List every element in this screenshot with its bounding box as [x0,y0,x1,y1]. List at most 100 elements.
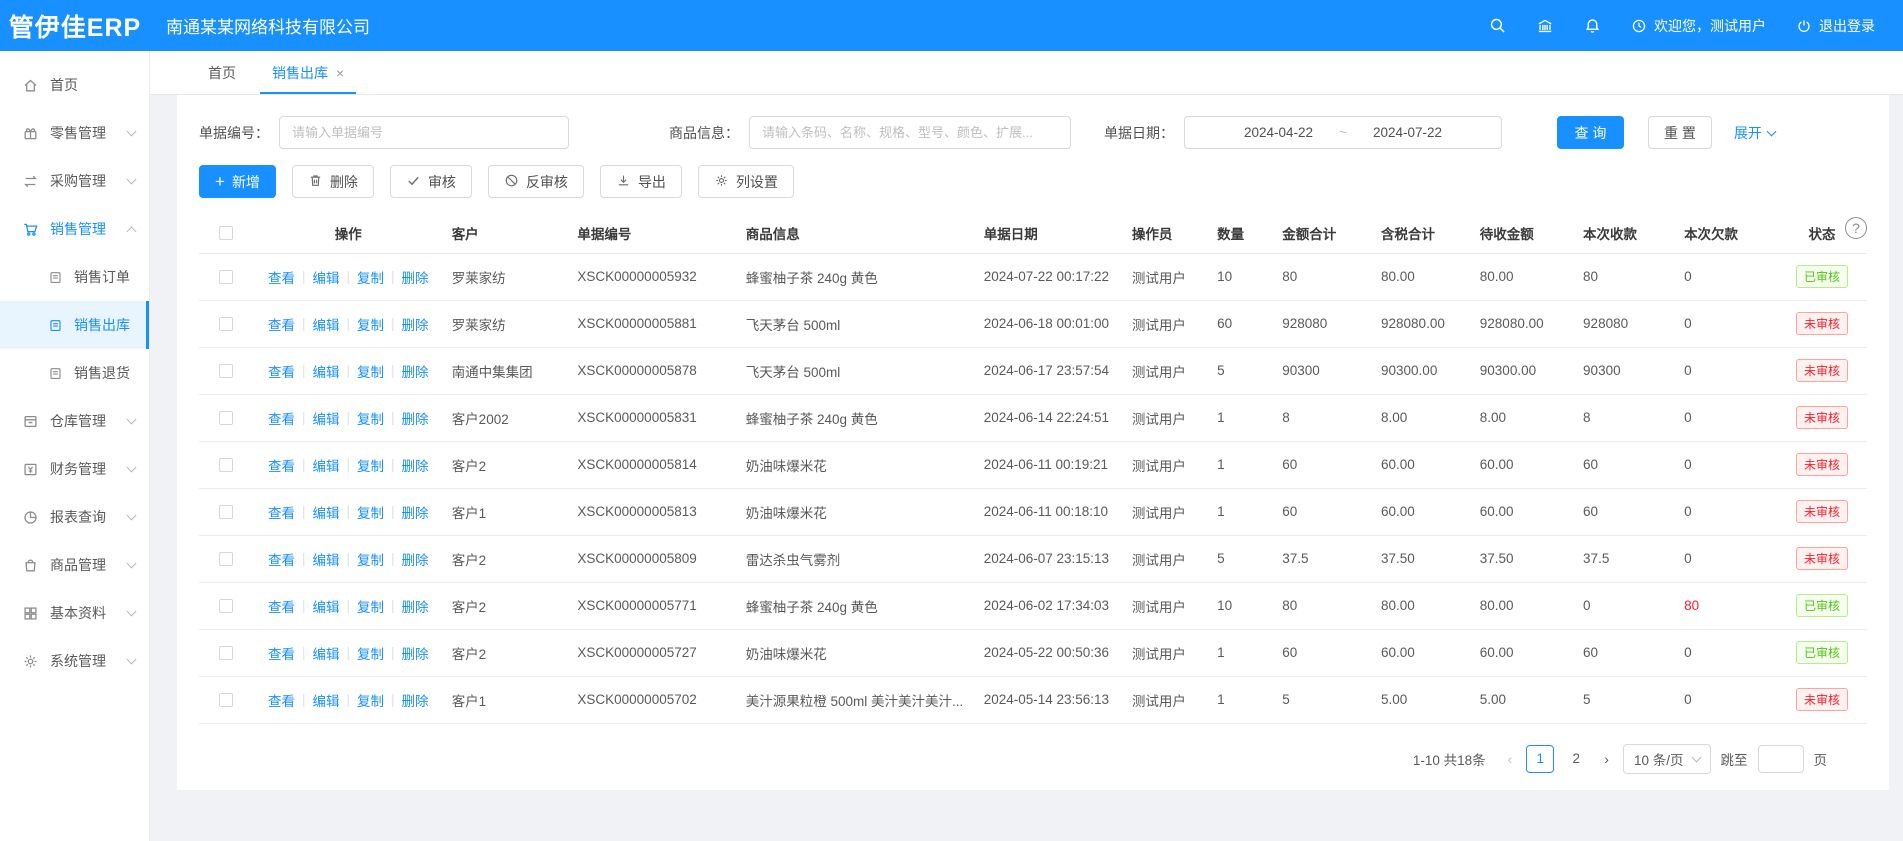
link-separator: | [347,551,351,566]
row-checkbox[interactable] [219,364,233,378]
sidebar-item-sales[interactable]: 销售管理 [0,205,149,253]
goods-info-input[interactable] [749,116,1071,149]
edit-link[interactable]: 编辑 [313,361,340,381]
delete-link[interactable]: 删除 [402,455,429,475]
logout-button[interactable]: 退出登录 [1796,16,1875,36]
sidebar-item-system[interactable]: 系统管理 [0,637,149,685]
bell-icon[interactable] [1584,17,1601,34]
row-checkbox[interactable] [219,270,233,284]
sidebar-item-basic[interactable]: 基本资料 [0,589,149,637]
tab-sales-outbound[interactable]: 销售出库 × [254,51,362,94]
sidebar-subitem-sales-order[interactable]: 销售订单 [0,253,149,301]
view-link[interactable]: 查看 [268,455,295,475]
add-button[interactable]: + 新增 [199,165,276,198]
row-checkbox[interactable] [219,458,233,472]
tab-close-icon[interactable]: × [336,65,344,81]
prev-page-icon[interactable]: ‹ [1504,751,1517,767]
status-badge: 已审核 [1796,265,1848,288]
copy-link[interactable]: 复制 [357,314,384,334]
search-icon[interactable] [1489,17,1506,34]
edit-link[interactable]: 编辑 [313,314,340,334]
row-checkbox[interactable] [219,505,233,519]
unaudit-button[interactable]: 反审核 [488,165,584,198]
delete-link[interactable]: 删除 [402,267,429,287]
search-button[interactable]: 查 询 [1557,116,1624,149]
bank-icon[interactable] [1536,17,1554,35]
sidebar-item-home[interactable]: 首页 [0,61,149,109]
sidebar-subitem-sales-outbound[interactable]: 销售出库 [0,301,149,349]
select-all-checkbox[interactable] [219,226,233,240]
page-size-select[interactable]: 10 条/页 [1623,744,1711,774]
welcome-user[interactable]: 欢迎您，测试用户 [1631,16,1766,36]
cell-doc_no: XSCK00000005702 [569,676,737,723]
sidebar-subitem-sales-return[interactable]: 销售退货 [0,349,149,397]
sidebar-item-retail[interactable]: 零售管理 [0,109,149,157]
row-checkbox[interactable] [219,599,233,613]
status-badge: 未审核 [1796,312,1848,335]
delete-link[interactable]: 删除 [402,314,429,334]
edit-link[interactable]: 编辑 [313,267,340,287]
delete-link[interactable]: 删除 [402,361,429,381]
edit-link[interactable]: 编辑 [313,455,340,475]
delete-button[interactable]: 删除 [292,165,374,198]
delete-link[interactable]: 删除 [402,690,429,710]
view-link[interactable]: 查看 [268,690,295,710]
copy-link[interactable]: 复制 [357,549,384,569]
row-checkbox[interactable] [219,693,233,707]
edit-link[interactable]: 编辑 [313,596,340,616]
tab-home[interactable]: 首页 [190,51,254,94]
copy-link[interactable]: 复制 [357,596,384,616]
view-link[interactable]: 查看 [268,361,295,381]
audit-button[interactable]: 审核 [390,165,472,198]
edit-link[interactable]: 编辑 [313,408,340,428]
view-link[interactable]: 查看 [268,643,295,663]
column-header-goods: 商品信息 [738,214,976,253]
copy-link[interactable]: 复制 [357,502,384,522]
copy-link[interactable]: 复制 [357,267,384,287]
view-link[interactable]: 查看 [268,502,295,522]
page-number-1[interactable]: 1 [1526,745,1554,773]
row-checkbox[interactable] [219,317,233,331]
doc-no-input[interactable] [279,116,569,149]
view-link[interactable]: 查看 [268,549,295,569]
sidebar-item-finance[interactable]: 财务管理 [0,445,149,493]
sidebar-item-goods[interactable]: 商品管理 [0,541,149,589]
copy-link[interactable]: 复制 [357,455,384,475]
sidebar-item-purchase[interactable]: 采购管理 [0,157,149,205]
page-number-2[interactable]: 2 [1562,745,1590,773]
table-row: 查看|编辑|复制|删除客户2XSCK00000005727奶油味爆米花2024-… [199,629,1867,676]
view-link[interactable]: 查看 [268,314,295,334]
date-range-picker[interactable]: 2024-04-22 ~ 2024-07-22 [1184,116,1502,149]
row-checkbox[interactable] [219,552,233,566]
cell-owed: 80 [1676,582,1777,629]
copy-link[interactable]: 复制 [357,361,384,381]
expand-link[interactable]: 展开 [1734,123,1775,143]
help-icon[interactable]: ? [1845,217,1867,239]
reset-button[interactable]: 重 置 [1648,116,1712,149]
copy-link[interactable]: 复制 [357,408,384,428]
column-settings-button[interactable]: 列设置 [698,165,794,198]
jump-page-input[interactable] [1758,745,1804,773]
sidebar-item-report[interactable]: 报表查询 [0,493,149,541]
view-link[interactable]: 查看 [268,408,295,428]
row-checkbox[interactable] [219,646,233,660]
delete-link[interactable]: 删除 [402,643,429,663]
edit-link[interactable]: 编辑 [313,502,340,522]
sidebar-item-warehouse[interactable]: 仓库管理 [0,397,149,445]
view-link[interactable]: 查看 [268,596,295,616]
edit-link[interactable]: 编辑 [313,549,340,569]
copy-link[interactable]: 复制 [357,643,384,663]
copy-link[interactable]: 复制 [357,690,384,710]
cell-customer: 客户1 [444,488,570,535]
edit-link[interactable]: 编辑 [313,690,340,710]
export-button[interactable]: 导出 [600,165,682,198]
next-page-icon[interactable]: › [1600,751,1613,767]
delete-link[interactable]: 删除 [402,502,429,522]
view-link[interactable]: 查看 [268,267,295,287]
delete-link[interactable]: 删除 [402,596,429,616]
row-checkbox[interactable] [219,411,233,425]
edit-link[interactable]: 编辑 [313,643,340,663]
delete-link[interactable]: 删除 [402,408,429,428]
delete-link[interactable]: 删除 [402,549,429,569]
doc-date-label: 单据日期： [1104,123,1174,143]
